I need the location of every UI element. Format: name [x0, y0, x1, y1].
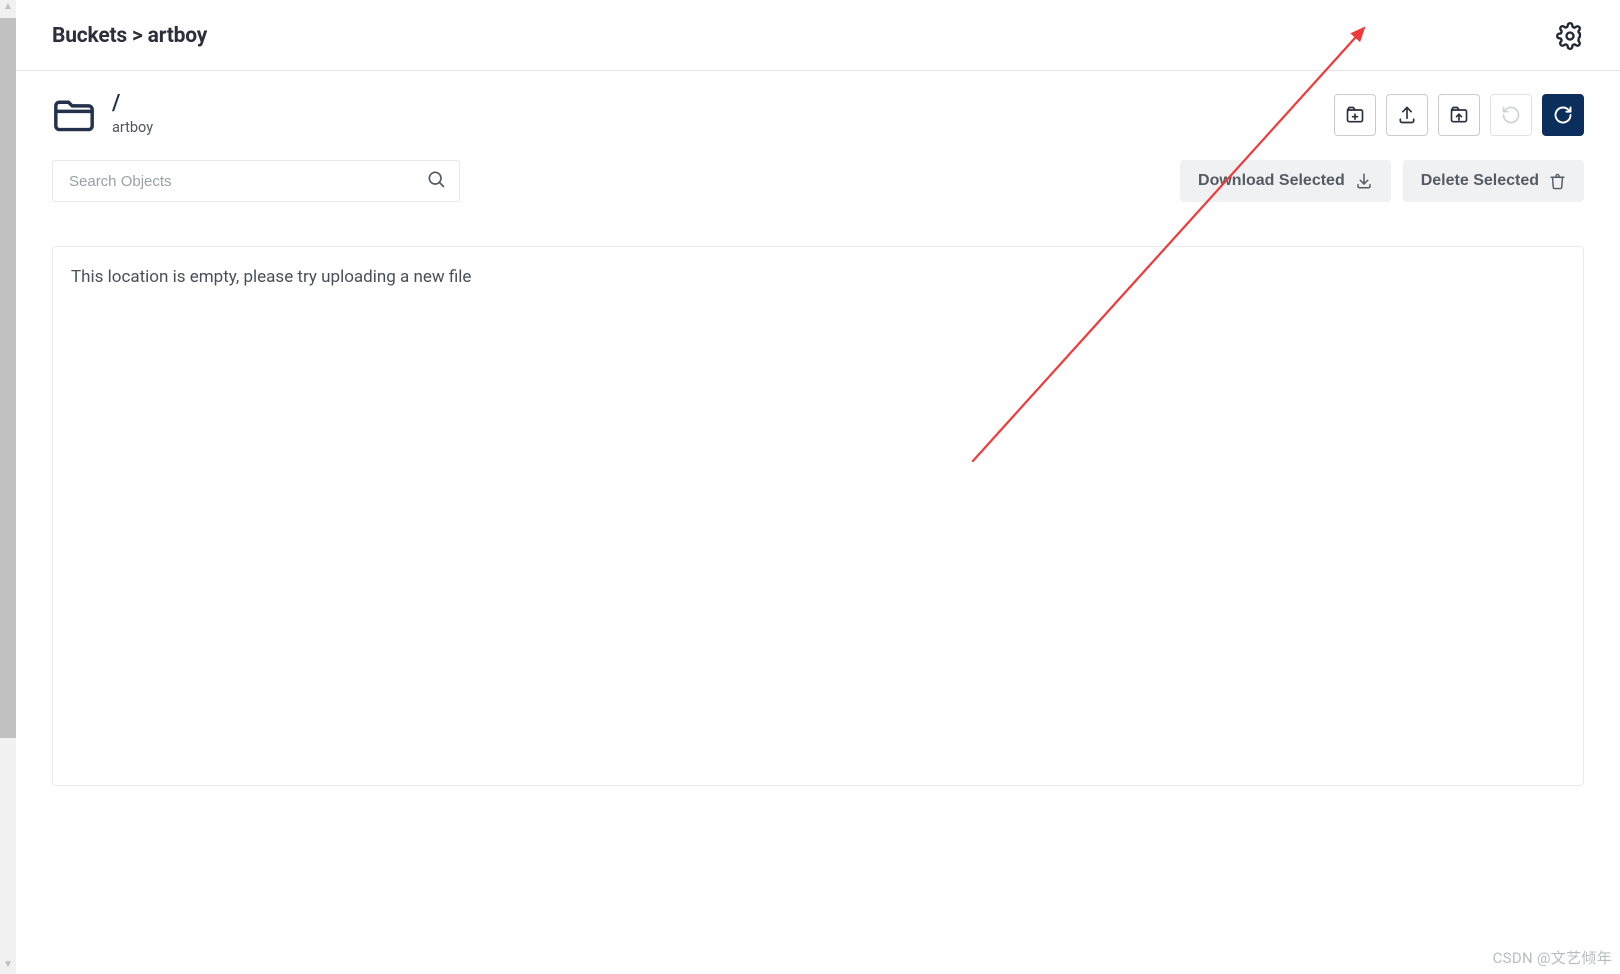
path-root[interactable]: / — [112, 93, 153, 115]
empty-location-message: This location is empty, please try uploa… — [71, 267, 1565, 287]
breadcrumb-current[interactable]: artboy — [148, 24, 207, 48]
path-toolbar-row: / artboy — [52, 93, 1584, 136]
refresh-icon — [1553, 105, 1573, 125]
scrollbar-up-arrow[interactable]: ▲ — [3, 0, 13, 16]
upload-icon — [1397, 105, 1417, 125]
download-selected-label: Download Selected — [1198, 172, 1345, 190]
rewind-button — [1490, 94, 1532, 136]
download-icon — [1355, 172, 1373, 190]
download-selected-button[interactable]: Download Selected — [1180, 160, 1391, 202]
path-display: / artboy — [52, 93, 153, 136]
breadcrumb: Buckets > artboy — [52, 24, 207, 48]
folder-icon — [52, 95, 96, 135]
upload-folder-button[interactable] — [1438, 94, 1480, 136]
watermark: CSDN @文艺倾年 — [1493, 947, 1612, 968]
breadcrumb-root[interactable]: Buckets — [52, 24, 127, 48]
object-toolbar — [1334, 94, 1584, 136]
trash-icon — [1549, 173, 1566, 190]
settings-button[interactable] — [1554, 20, 1586, 52]
delete-selected-label: Delete Selected — [1421, 172, 1539, 190]
page-scrollbar[interactable]: ▲ ▼ — [0, 0, 16, 974]
path-bucket-name: artboy — [112, 119, 153, 136]
bulk-actions: Download Selected Delete Selected — [1180, 160, 1584, 202]
folder-plus-icon — [1345, 105, 1365, 125]
scrollbar-thumb[interactable] — [0, 18, 16, 738]
folder-upload-icon — [1449, 105, 1469, 125]
scrollbar-down-arrow[interactable]: ▼ — [3, 958, 13, 974]
page-header: Buckets > artboy — [16, 0, 1620, 71]
create-folder-button[interactable] — [1334, 94, 1376, 136]
breadcrumb-separator: > — [132, 24, 143, 48]
search-actions-row: Download Selected Delete Selected — [52, 160, 1584, 202]
history-icon — [1501, 105, 1521, 125]
object-listing: This location is empty, please try uploa… — [52, 246, 1584, 786]
delete-selected-button[interactable]: Delete Selected — [1403, 160, 1584, 202]
upload-file-button[interactable] — [1386, 94, 1428, 136]
search-objects-wrap — [52, 160, 460, 202]
gear-icon — [1556, 22, 1584, 50]
search-input[interactable] — [52, 160, 460, 202]
refresh-button[interactable] — [1542, 94, 1584, 136]
